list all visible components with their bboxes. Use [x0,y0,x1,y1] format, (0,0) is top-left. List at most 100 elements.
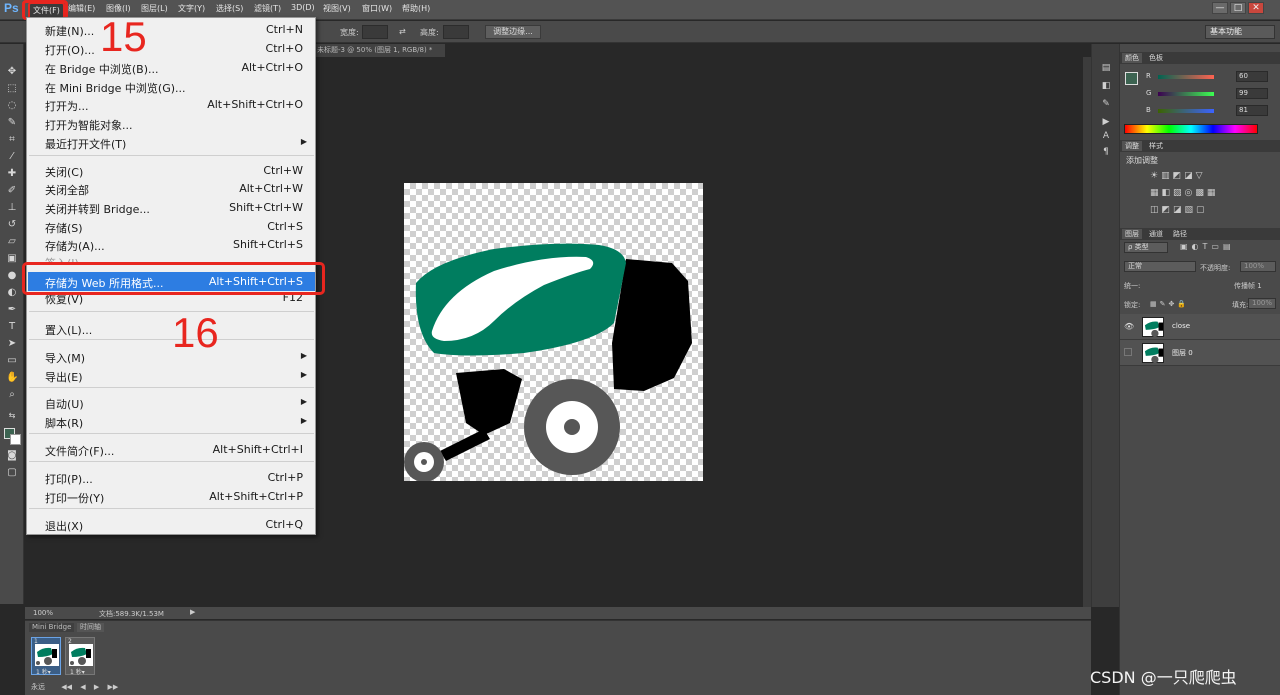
properties-icon[interactable]: ◧ [1100,80,1112,92]
pen-tool-icon[interactable]: ✒ [6,304,18,316]
history-icon[interactable]: ▤ [1100,62,1112,74]
fill-field[interactable]: 100% [1248,298,1276,309]
shape-tool-icon[interactable]: ▭ [6,355,18,367]
tab-timeline[interactable]: 时间轴 [77,623,104,632]
tab-layers[interactable]: 图层 [1122,229,1142,239]
menu-item-automate[interactable]: 自动(U) ▶ [28,393,315,412]
stamp-tool-icon[interactable]: ⊥ [6,202,18,214]
character-icon[interactable]: A [1100,130,1112,142]
red-value[interactable]: 60 [1236,71,1268,82]
green-slider[interactable]: G 99 [1146,88,1276,99]
menu-select[interactable]: 选择(S) [216,3,243,14]
eraser-tool-icon[interactable]: ▱ [6,236,18,248]
menu-item-print-one[interactable]: 打印一份(Y) Alt+Shift+Ctrl+P [28,487,315,506]
menu-item-export[interactable]: 导出(E) ▶ [28,366,315,385]
menu-help[interactable]: 帮助(H) [402,3,430,14]
tab-paths[interactable]: 路径 [1170,229,1190,239]
menu-item-close[interactable]: 关闭(C) Ctrl+W [28,161,315,180]
status-arrow-icon[interactable]: ▶ [190,608,195,616]
quick-mask-icon[interactable]: ◙ [6,450,18,462]
menu-item-print[interactable]: 打印(P)... Ctrl+P [28,468,315,487]
visibility-toggle-icon[interactable] [1124,348,1132,356]
layer-filter-icons[interactable]: ▣◐T▭▤ [1180,242,1235,251]
eyedropper-tool-icon[interactable]: ⁄ [6,151,18,163]
menu-item-exit[interactable]: 退出(X) Ctrl+Q [28,515,315,534]
red-slider[interactable]: R 60 [1146,71,1276,82]
swap-icon[interactable]: ⇄ [399,27,406,36]
menu-item-browse-mini-bridge[interactable]: 在 Mini Bridge 中浏览(G)... [28,77,315,96]
swap-colors-icon[interactable]: ⇆ [6,410,18,422]
blue-track[interactable] [1158,109,1214,113]
width-field[interactable] [362,25,388,39]
zoom-level[interactable]: 100% [33,609,53,617]
layer-row-layer0[interactable]: 图层 0 [1120,340,1280,366]
adjust-icons-row-2[interactable]: ▦◧▧◎▩▦ [1150,188,1218,198]
screen-mode-icon[interactable]: ▢ [6,467,18,479]
prev-frame-icon[interactable]: ◀ [80,683,85,691]
adjust-icons-row-1[interactable]: ☀▥◩◪▽ [1150,171,1206,181]
brush-tool-icon[interactable]: ✐ [6,185,18,197]
tab-color[interactable]: 颜色 [1122,53,1142,63]
actions-icon[interactable]: ▶ [1100,116,1112,128]
loop-label[interactable]: 永远 [31,683,45,691]
menu-item-scripts[interactable]: 脚本(R) ▶ [28,412,315,431]
tab-adjustments[interactable]: 调整 [1122,141,1142,151]
lock-icons[interactable]: ▦✎✥🔒 [1150,300,1189,308]
menu-item-new[interactable]: 新建(N)... Ctrl+N [28,20,315,39]
menu-item-open-smart-object[interactable]: 打开为智能对象... [28,114,315,133]
paragraph-icon[interactable]: ¶ [1100,146,1112,158]
menu-edit[interactable]: 编辑(E) [68,3,95,14]
frame-delay[interactable]: 1 秒▾ [70,667,85,676]
tab-mini-bridge[interactable]: Mini Bridge [29,623,75,632]
gradient-tool-icon[interactable]: ▣ [6,253,18,265]
menu-item-open[interactable]: 打开(O)... Ctrl+O [28,39,315,58]
crop-tool-icon[interactable]: ⌗ [6,134,18,146]
blend-mode-select[interactable]: 正常 [1124,261,1196,272]
timeline-frame-2[interactable]: 2 1 秒▾ [65,637,95,676]
doc-info[interactable]: 文档:589.3K/1.53M [99,609,164,619]
path-select-tool-icon[interactable]: ➤ [6,338,18,350]
tab-swatches[interactable]: 色板 [1146,53,1166,63]
menu-item-browse-bridge[interactable]: 在 Bridge 中浏览(B)... Alt+Ctrl+O [28,58,315,77]
layer-name[interactable]: close [1172,322,1190,330]
frame-delay[interactable]: 1 秒▾ [36,667,51,676]
play-icon[interactable]: ▶ [94,683,99,691]
propagate-frame-checkbox[interactable]: 传播帧 1 [1234,281,1262,291]
red-track[interactable] [1158,75,1214,79]
brush-panel-icon[interactable]: ✎ [1100,98,1112,110]
next-frame-icon[interactable]: ▶▶ [108,683,119,691]
type-tool-icon[interactable]: T [6,321,18,333]
blue-value[interactable]: 81 [1236,105,1268,116]
blue-slider[interactable]: B 81 [1146,105,1276,116]
menu-item-close-go-bridge[interactable]: 关闭并转到 Bridge... Shift+Ctrl+W [28,198,315,217]
menu-3d[interactable]: 3D(D) [291,3,315,12]
close-window-button[interactable]: ✕ [1248,2,1264,14]
refine-edge-button[interactable]: 调整边缘... [485,25,541,39]
timeline-frame-1[interactable]: 1 1 秒▾ [31,637,61,676]
history-brush-icon[interactable]: ↺ [6,219,18,231]
menu-item-file-info[interactable]: 文件简介(F)... Alt+Shift+Ctrl+I [28,440,315,459]
menu-item-save[interactable]: 存储(S) Ctrl+S [28,217,315,236]
minimize-button[interactable]: — [1212,2,1228,14]
layer-filter-select[interactable]: ρ 类型 [1124,242,1168,253]
menu-item-recent-files[interactable]: 最近打开文件(T) ▶ [28,133,315,152]
background-color-swatch[interactable] [10,434,21,445]
adjust-icons-row-3[interactable]: ◫◩◪▧▢ [1150,205,1208,215]
menu-item-open-as[interactable]: 打开为... Alt+Shift+Ctrl+O [28,95,315,114]
tab-styles[interactable]: 样式 [1146,141,1166,151]
color-panel-foreground[interactable] [1125,72,1138,85]
visibility-eye-icon[interactable]: 👁 [1124,322,1134,332]
menu-view[interactable]: 视图(V) [323,3,351,14]
lasso-tool-icon[interactable]: ◌ [6,100,18,112]
menu-type[interactable]: 文字(Y) [178,3,205,14]
green-track[interactable] [1158,92,1214,96]
quick-select-tool-icon[interactable]: ✎ [6,117,18,129]
document-canvas[interactable] [404,183,703,482]
layer-row-close[interactable]: 👁 close [1120,314,1280,340]
tab-channels[interactable]: 通道 [1146,229,1166,239]
workspace-select[interactable]: 基本功能 [1205,25,1275,39]
menu-item-close-all[interactable]: 关闭全部 Alt+Ctrl+W [28,179,315,198]
color-spectrum[interactable] [1124,124,1258,134]
marquee-tool-icon[interactable]: ⬚ [6,83,18,95]
dodge-tool-icon[interactable]: ◐ [6,287,18,299]
